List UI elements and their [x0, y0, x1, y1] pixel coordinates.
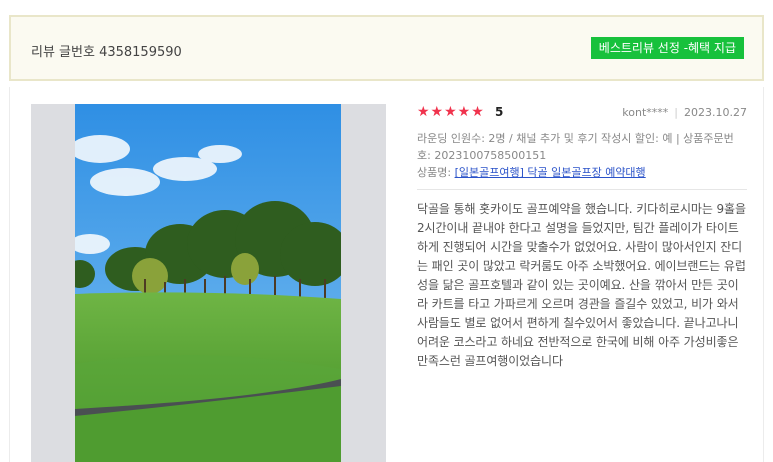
- review-card: ★★★★★ 5 kont**** | 2023.10.27 라운딩 인원수: 2명 …: [9, 87, 764, 462]
- review-meta: ★★★★★ 5 kont**** | 2023.10.27 라운딩 인원수: 2명 …: [417, 104, 747, 371]
- section-divider: [417, 189, 747, 190]
- star-rating-icon: ★★★★★: [417, 104, 485, 120]
- product-link[interactable]: [일본골프여행] 닥골 일본골프장 예약대행: [455, 166, 646, 179]
- rating-score: 5: [495, 105, 504, 119]
- review-header: 리뷰 글번호 4358159590 베스트리뷰 선정 -혜택 지급: [9, 15, 764, 81]
- review-number: 리뷰 글번호 4358159590: [31, 45, 182, 60]
- divider-bar: |: [674, 106, 679, 119]
- order-info: 라운딩 인원수: 2명 / 채널 추가 및 후기 작성시 할인: 예 | 상품주…: [417, 132, 734, 162]
- product-label: 상품명:: [417, 166, 455, 179]
- author-date: kont**** | 2023.10.27: [622, 106, 747, 119]
- author-name: kont****: [622, 106, 669, 119]
- review-date: 2023.10.27: [684, 106, 747, 119]
- review-photo-frame: [31, 104, 386, 462]
- rating-row: ★★★★★ 5 kont**** | 2023.10.27: [417, 104, 747, 124]
- review-body: 닥골을 통해 홋카이도 골프예약을 했습니다. 키다히로시마는 9홀을 2시간이…: [417, 202, 746, 368]
- review-photo[interactable]: [75, 104, 341, 462]
- review-page: 리뷰 글번호 4358159590 베스트리뷰 선정 -혜택 지급 ★★★★★ …: [0, 0, 773, 462]
- product-line: 상품명: [일본골프여행] 닥골 일본골프장 예약대행: [417, 164, 747, 181]
- best-review-badge: 베스트리뷰 선정 -혜택 지급: [590, 37, 744, 59]
